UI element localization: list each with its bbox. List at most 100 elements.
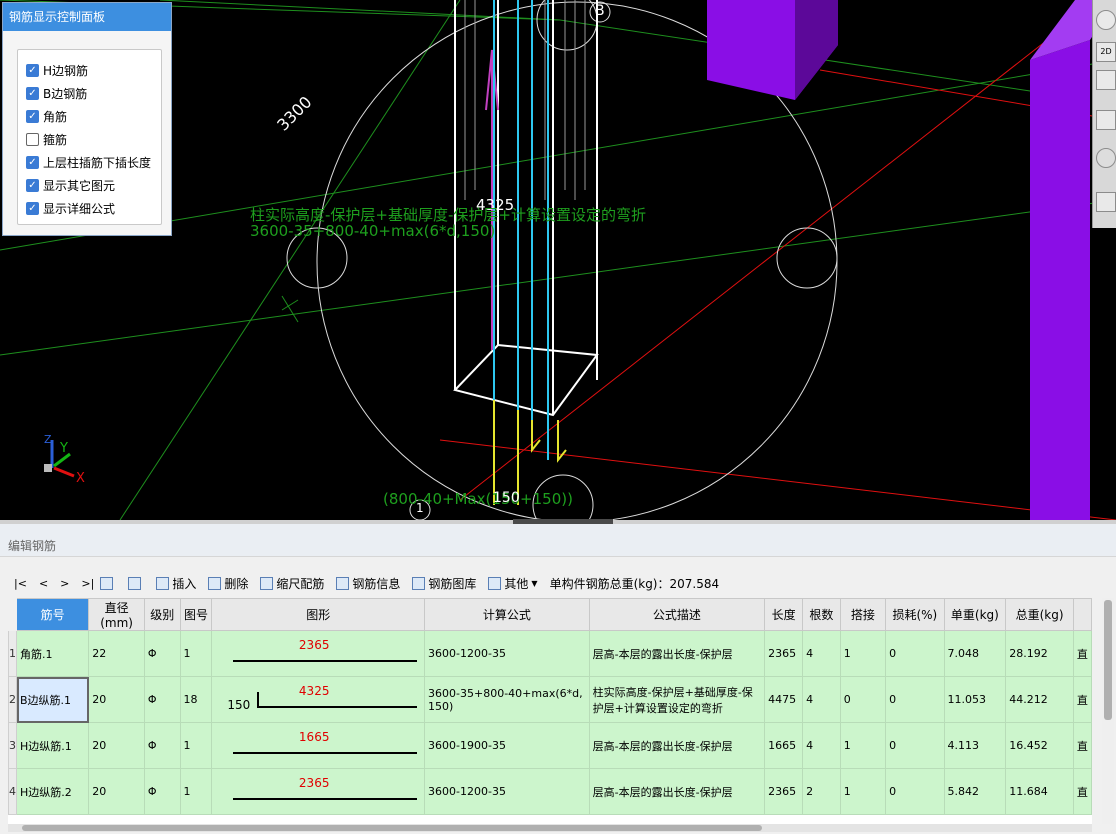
row-number[interactable]: 2 bbox=[8, 676, 17, 723]
option-upper-dowel-length[interactable]: ✓ 上层柱插筋下插长度 bbox=[26, 152, 151, 172]
cell-length[interactable]: 2365 bbox=[764, 768, 804, 815]
cell-diameter[interactable]: 20 bbox=[88, 768, 145, 815]
cell-length[interactable]: 4475 bbox=[764, 676, 804, 723]
cell-total-weight[interactable]: 44.212 bbox=[1005, 676, 1074, 723]
checkbox-checked-icon[interactable]: ✓ bbox=[26, 109, 39, 123]
cell-shape[interactable]: 4325 150 bbox=[211, 676, 426, 723]
nav-prev-button[interactable]: < bbox=[39, 577, 48, 590]
col-length[interactable]: 长度 bbox=[764, 598, 804, 631]
cell-formula-desc[interactable]: 柱实际高度-保护层+基础厚度-保护层+计算设置设定的弯折 bbox=[588, 676, 766, 723]
cell-bar-num[interactable]: B边纵筋.1 bbox=[15, 676, 90, 723]
cell-formula[interactable]: 3600-1200-35 bbox=[424, 768, 590, 815]
cell-extra[interactable]: 直 bbox=[1072, 768, 1092, 815]
cell-loss[interactable]: 0 bbox=[885, 676, 945, 723]
cell-grade[interactable]: Φ bbox=[143, 722, 181, 769]
checkbox-checked-icon[interactable]: ✓ bbox=[26, 63, 39, 77]
cell-diameter[interactable]: 20 bbox=[88, 722, 145, 769]
cell-shape[interactable]: 2365 bbox=[211, 630, 426, 677]
col-shape[interactable]: 图形 bbox=[211, 598, 426, 631]
nav-first-button[interactable]: |< bbox=[14, 577, 27, 590]
cell-shape[interactable]: 1665 bbox=[211, 722, 426, 769]
sphere-view-icon[interactable] bbox=[1096, 10, 1116, 30]
checkbox-checked-icon[interactable]: ✓ bbox=[26, 178, 39, 192]
col-unit-weight[interactable]: 单重(kg) bbox=[943, 598, 1007, 631]
scale-rebar-button[interactable]: 缩尺配筋 bbox=[260, 575, 324, 592]
col-count[interactable]: 根数 bbox=[802, 598, 841, 631]
nav-last-button[interactable]: >| bbox=[81, 577, 94, 590]
col-total-weight[interactable]: 总重(kg) bbox=[1005, 598, 1074, 631]
2d-view-button[interactable]: 2D bbox=[1096, 42, 1116, 62]
cell-unit-weight[interactable]: 4.113 bbox=[943, 722, 1007, 769]
cell-diameter[interactable]: 22 bbox=[88, 630, 145, 677]
checkbox-unchecked-icon[interactable] bbox=[26, 132, 39, 146]
checkbox-checked-icon[interactable]: ✓ bbox=[26, 155, 39, 169]
cell-loss[interactable]: 0 bbox=[885, 768, 945, 815]
cell-length[interactable]: 1665 bbox=[764, 722, 804, 769]
cell-bar-num[interactable]: H边纵筋.2 bbox=[15, 768, 90, 815]
cell-loss[interactable]: 0 bbox=[885, 722, 945, 769]
cell-bar-num[interactable]: 角筋.1 bbox=[15, 630, 90, 677]
cell-total-weight[interactable]: 28.192 bbox=[1005, 630, 1074, 677]
cell-formula[interactable]: 3600-1200-35 bbox=[424, 630, 590, 677]
move-down-button[interactable] bbox=[128, 576, 144, 590]
cell-total-weight[interactable]: 11.684 bbox=[1005, 768, 1074, 815]
cell-lap[interactable]: 0 bbox=[839, 676, 887, 723]
col-bar-num[interactable]: 筋号 bbox=[15, 598, 90, 631]
cell-total-weight[interactable]: 16.452 bbox=[1005, 722, 1074, 769]
cell-bar-num[interactable]: H边纵筋.1 bbox=[15, 722, 90, 769]
col-grade[interactable]: 级别 bbox=[143, 598, 181, 631]
row-number[interactable]: 1 bbox=[8, 630, 17, 677]
checkbox-checked-icon[interactable]: ✓ bbox=[26, 201, 39, 215]
rebar-info-button[interactable]: 钢筋信息 bbox=[336, 575, 400, 592]
horizontal-scrollbar[interactable] bbox=[8, 824, 1092, 832]
grid-view-icon[interactable] bbox=[1096, 192, 1116, 212]
cell-loss[interactable]: 0 bbox=[885, 630, 945, 677]
option-h-rebar[interactable]: ✓ H边钢筋 bbox=[26, 60, 88, 80]
delete-button[interactable]: 删除 bbox=[208, 575, 248, 592]
insert-button[interactable]: 插入 bbox=[156, 575, 196, 592]
cell-shape[interactable]: 2365 bbox=[211, 768, 426, 815]
move-up-button[interactable] bbox=[100, 576, 116, 590]
box-view-icon[interactable] bbox=[1096, 110, 1116, 130]
option-corner-rebar[interactable]: ✓ 角筋 bbox=[26, 106, 67, 126]
table-row[interactable]: 3 H边纵筋.1 20 Φ 1 1665 3600-1900-35 层高-本层的露出长度-保护… bbox=[8, 722, 1092, 769]
3d-viewport[interactable]: 3300 4325 柱实际高度-保护层+基础厚度-保护层+计算设置设定的弯折 3… bbox=[0, 0, 1116, 520]
other-dropdown[interactable]: 其他 ▼ bbox=[488, 575, 538, 592]
col-diameter[interactable]: 直径(mm) bbox=[88, 598, 145, 631]
cell-count[interactable]: 4 bbox=[802, 722, 841, 769]
col-formula[interactable]: 计算公式 bbox=[424, 598, 590, 631]
col-lap[interactable]: 搭接 bbox=[839, 598, 887, 631]
col-extra[interactable] bbox=[1072, 598, 1092, 631]
rebar-library-button[interactable]: 钢筋图库 bbox=[412, 575, 476, 592]
cell-lap[interactable]: 1 bbox=[839, 722, 887, 769]
option-stirrup[interactable]: 箍筋 bbox=[26, 129, 67, 149]
row-number[interactable]: 3 bbox=[8, 722, 17, 769]
option-show-detailed-formula[interactable]: ✓ 显示详细公式 bbox=[26, 198, 115, 218]
cell-count[interactable]: 4 bbox=[802, 676, 841, 723]
cube-view-icon[interactable] bbox=[1096, 70, 1116, 90]
col-fig-no[interactable]: 图号 bbox=[179, 598, 213, 631]
cell-lap[interactable]: 1 bbox=[839, 630, 887, 677]
cell-grade[interactable]: Φ bbox=[143, 768, 181, 815]
cell-count[interactable]: 2 bbox=[802, 768, 841, 815]
table-row[interactable]: 1 角筋.1 22 Φ 1 2365 3600-1200-35 层高-本层的露出长度-保护层 2… bbox=[8, 630, 1092, 677]
rotate-icon[interactable] bbox=[1096, 148, 1116, 168]
cell-length[interactable]: 2365 bbox=[764, 630, 804, 677]
vertical-scrollbar[interactable] bbox=[1102, 598, 1114, 824]
cell-fig-no[interactable]: 1 bbox=[179, 630, 213, 677]
cell-formula[interactable]: 3600-35+800-40+max(6*d, 150) bbox=[424, 676, 590, 723]
cell-fig-no[interactable]: 1 bbox=[179, 722, 213, 769]
cell-formula-desc[interactable]: 层高-本层的露出长度-保护层 bbox=[588, 768, 766, 815]
cell-fig-no[interactable]: 1 bbox=[179, 768, 213, 815]
cell-lap[interactable]: 1 bbox=[839, 768, 887, 815]
nav-next-button[interactable]: > bbox=[60, 577, 69, 590]
cell-count[interactable]: 4 bbox=[802, 630, 841, 677]
option-b-rebar[interactable]: ✓ B边钢筋 bbox=[26, 83, 87, 103]
cell-unit-weight[interactable]: 5.842 bbox=[943, 768, 1007, 815]
checkbox-checked-icon[interactable]: ✓ bbox=[26, 86, 39, 100]
table-row[interactable]: 2 B边纵筋.1 20 Φ 18 4325 150 3600-35+800-40+max(6*… bbox=[8, 676, 1092, 723]
cell-diameter[interactable]: 20 bbox=[88, 676, 145, 723]
cell-fig-no[interactable]: 18 bbox=[179, 676, 213, 723]
cell-formula-desc[interactable]: 层高-本层的露出长度-保护层 bbox=[588, 722, 766, 769]
table-row[interactable]: 4 H边纵筋.2 20 Φ 1 2365 3600-1200-35 层高-本层的露出长度-保护… bbox=[8, 768, 1092, 815]
